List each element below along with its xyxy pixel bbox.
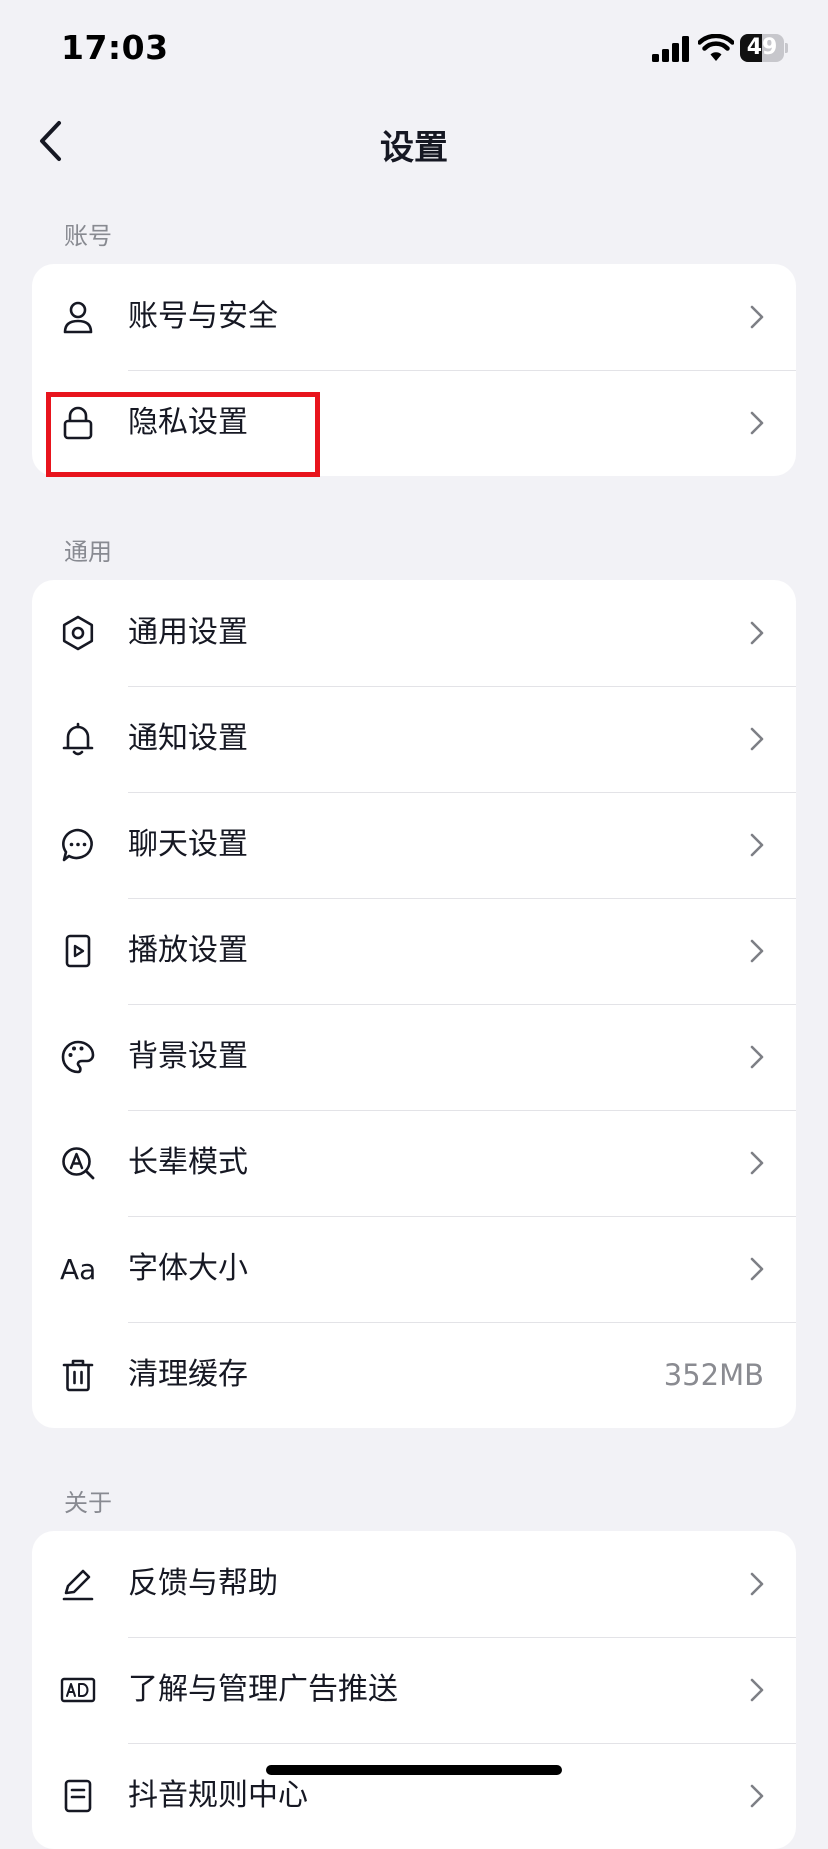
- row-label: 聊天设置: [128, 827, 248, 862]
- wifi-icon: [698, 34, 734, 61]
- row-label: 反馈与帮助: [128, 1566, 278, 1601]
- chevron-right-icon: [750, 1151, 764, 1175]
- chevron-right-icon: [750, 939, 764, 963]
- cache-size-value: 352MB: [663, 1358, 764, 1392]
- row-label: 清理缓存: [128, 1357, 248, 1392]
- chevron-right-icon: [750, 833, 764, 857]
- chevron-right-icon: [750, 1257, 764, 1281]
- row-label: 长辈模式: [128, 1145, 248, 1180]
- page-title: 设置: [380, 128, 448, 168]
- row-label: 账号与安全: [128, 299, 278, 334]
- settings-row-background[interactable]: 背景设置: [32, 1004, 796, 1110]
- settings-row-privacy[interactable]: 隐私设置: [32, 370, 796, 476]
- chevron-right-icon: [750, 305, 764, 329]
- trash-icon: [60, 1357, 96, 1393]
- chevron-right-icon: [750, 1572, 764, 1596]
- font-size-icon: Aa: [60, 1251, 96, 1287]
- font-size-glyph: Aa: [60, 1253, 97, 1286]
- settings-row-rules-center[interactable]: 抖音规则中心: [32, 1743, 796, 1849]
- settings-row-clear-cache[interactable]: 清理缓存 352MB: [32, 1322, 796, 1428]
- general-card: 通用设置 通知设置 聊天设置 播放设置 背景设置 长辈模式 Aa 字体大小 清理…: [32, 580, 796, 1428]
- row-label: 通知设置: [128, 721, 248, 756]
- row-label: 字体大小: [128, 1251, 248, 1286]
- ad-icon: [60, 1672, 96, 1708]
- play-icon: [60, 933, 96, 969]
- row-label: 隐私设置: [128, 405, 248, 440]
- settings-row-font-size[interactable]: Aa 字体大小: [32, 1216, 796, 1322]
- document-icon: [60, 1778, 96, 1814]
- settings-row-account-security[interactable]: 账号与安全: [32, 264, 796, 370]
- gear-icon: [60, 615, 96, 651]
- cellular-signal-icon: [652, 36, 689, 62]
- status-time: 17:03: [61, 28, 169, 67]
- nav-bar: 设置: [0, 100, 828, 182]
- settings-row-general[interactable]: 通用设置: [32, 580, 796, 686]
- status-bar: 17:03 49: [0, 0, 828, 100]
- settings-row-chat[interactable]: 聊天设置: [32, 792, 796, 898]
- section-label-account: 账号: [64, 222, 112, 250]
- settings-row-ad-management[interactable]: 了解与管理广告推送: [32, 1637, 796, 1743]
- account-card: 账号与安全 隐私设置: [32, 264, 796, 476]
- chevron-right-icon: [750, 621, 764, 645]
- chat-bubble-icon: [60, 827, 96, 863]
- battery-icon: 49: [740, 34, 788, 62]
- person-icon: [60, 299, 96, 335]
- lock-icon: [60, 405, 96, 441]
- section-label-general: 通用: [64, 538, 112, 566]
- settings-row-elder-mode[interactable]: 长辈模式: [32, 1110, 796, 1216]
- palette-icon: [60, 1039, 96, 1075]
- elder-mode-icon: [60, 1145, 96, 1181]
- chevron-right-icon: [750, 1045, 764, 1069]
- row-label: 了解与管理广告推送: [128, 1672, 398, 1707]
- row-label: 背景设置: [128, 1039, 248, 1074]
- row-label: 抖音规则中心: [128, 1778, 308, 1813]
- bell-icon: [60, 721, 96, 757]
- row-label: 播放设置: [128, 933, 248, 968]
- pen-icon: [60, 1566, 96, 1602]
- battery-level: 49: [746, 35, 778, 60]
- chevron-right-icon: [750, 1678, 764, 1702]
- about-card: 反馈与帮助 了解与管理广告推送 抖音规则中心: [32, 1531, 796, 1849]
- chevron-right-icon: [750, 1784, 764, 1808]
- settings-row-notification[interactable]: 通知设置: [32, 686, 796, 792]
- chevron-right-icon: [750, 411, 764, 435]
- section-label-about: 关于: [64, 1489, 112, 1517]
- chevron-right-icon: [750, 727, 764, 751]
- settings-row-feedback[interactable]: 反馈与帮助: [32, 1531, 796, 1637]
- settings-row-playback[interactable]: 播放设置: [32, 898, 796, 1004]
- row-label: 通用设置: [128, 615, 248, 650]
- home-indicator: [266, 1765, 562, 1775]
